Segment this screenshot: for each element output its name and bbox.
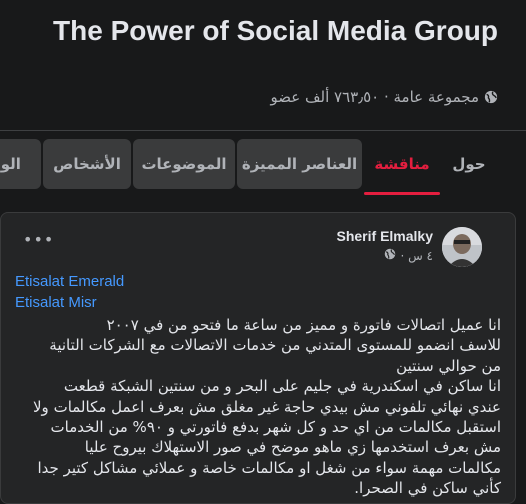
post-paragraph: انا عميل اتصالات فاتورة و مميز من ساعة م… [106,316,501,334]
post-body: انا عميل اتصالات فاتورة و مميز من ساعة م… [31,315,501,499]
tab-about[interactable]: حول [446,139,492,189]
more-options-icon[interactable]: ••• [23,232,54,248]
post-paragraph: للاسف انضمو للمستوى المتدني من خدمات الا… [49,336,501,375]
post-time-text[interactable]: ٤ س · [400,249,433,263]
post-time: ٤ س · [384,248,433,263]
group-title[interactable]: The Power of Social Media Group [38,14,498,47]
tab-discussion[interactable]: مناقشة [364,139,440,195]
globe-icon [384,248,396,263]
tab-topics[interactable]: الموضوعات [133,139,235,189]
post-tag-link[interactable]: Etisalat Emerald [15,273,124,290]
author-avatar[interactable] [442,227,482,267]
post-tag-link[interactable]: Etisalat Misr [15,294,97,311]
group-tabs: حول مناقشة العناصر المميزة الموضوعات الأ… [0,130,526,197]
post-paragraph: انا ساكن في اسكندرية في جليم على البحر و… [33,377,501,498]
globe-icon [484,90,498,104]
group-meta-text: مجموعة عامة · ٧٦٣٫٥٠ ألف عضو [270,88,479,106]
post-author[interactable]: Sherif Elmalky [337,228,434,244]
tab-featured[interactable]: العناصر المميزة [237,139,362,189]
tab-media[interactable]: الوس [0,139,41,189]
tab-people[interactable]: الأشخاص [43,139,131,189]
group-meta: مجموعة عامة · ٧٦٣٫٥٠ ألف عضو [271,88,498,106]
post-card: Sherif Elmalky ٤ س · ••• Etisalat Emeral… [0,212,516,504]
